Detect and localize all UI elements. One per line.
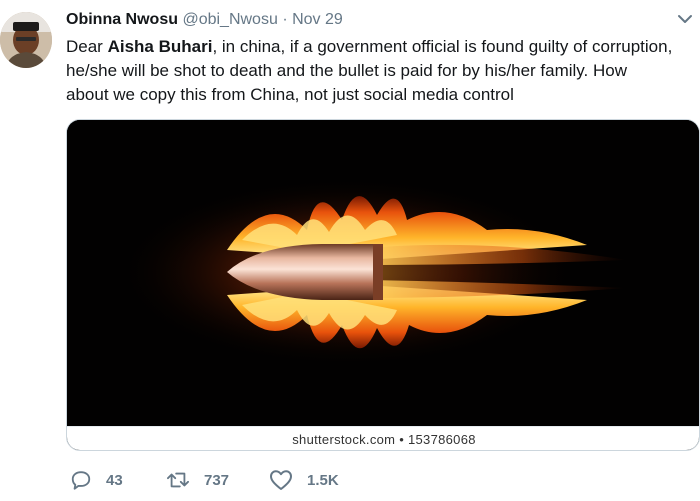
retweet-icon xyxy=(167,472,189,488)
tweet-text-suffix: , in china, if a government official is … xyxy=(212,37,673,56)
tweet-text-prefix: Dear xyxy=(66,37,108,56)
tweet-text-line-2: he/she will be shot to death and the bul… xyxy=(66,61,627,80)
like-button[interactable]: 1.5K xyxy=(269,467,339,493)
tweet-text-line-1: Dear Aisha Buhari, in china, if a govern… xyxy=(66,35,700,59)
user-handle[interactable]: @obi_Nwosu xyxy=(182,11,277,28)
chevron-down-icon[interactable] xyxy=(676,12,694,26)
retweet-button[interactable]: 737 xyxy=(166,467,229,493)
image-credit: shutterstock.com • 153786068 xyxy=(67,426,699,450)
avatar-image xyxy=(0,12,52,68)
tweet-text-line-3: about we copy this from China, not just … xyxy=(66,85,514,104)
tweet-header: Obinna Nwosu @obi_Nwosu · Nov 29 xyxy=(66,10,343,30)
tweet-text: Dear Aisha Buhari, in china, if a govern… xyxy=(66,35,700,107)
comment-icon xyxy=(71,471,91,490)
reply-button[interactable]: 43 xyxy=(70,467,123,493)
retweet-count: 737 xyxy=(204,471,230,489)
reply-count: 43 xyxy=(106,471,123,489)
avatar[interactable] xyxy=(0,12,52,68)
bullet-fire-image[interactable] xyxy=(67,120,699,426)
media-card[interactable]: shutterstock.com • 153786068 xyxy=(66,119,700,451)
tweet-date[interactable]: Nov 29 xyxy=(292,11,343,28)
separator-dot: · xyxy=(282,11,288,28)
tweet-actions: 43 737 1.5K xyxy=(66,467,666,493)
display-name[interactable]: Obinna Nwosu xyxy=(66,11,178,28)
mention-link[interactable]: Aisha Buhari xyxy=(108,37,213,56)
heart-icon xyxy=(270,470,292,490)
like-count: 1.5K xyxy=(307,471,339,489)
